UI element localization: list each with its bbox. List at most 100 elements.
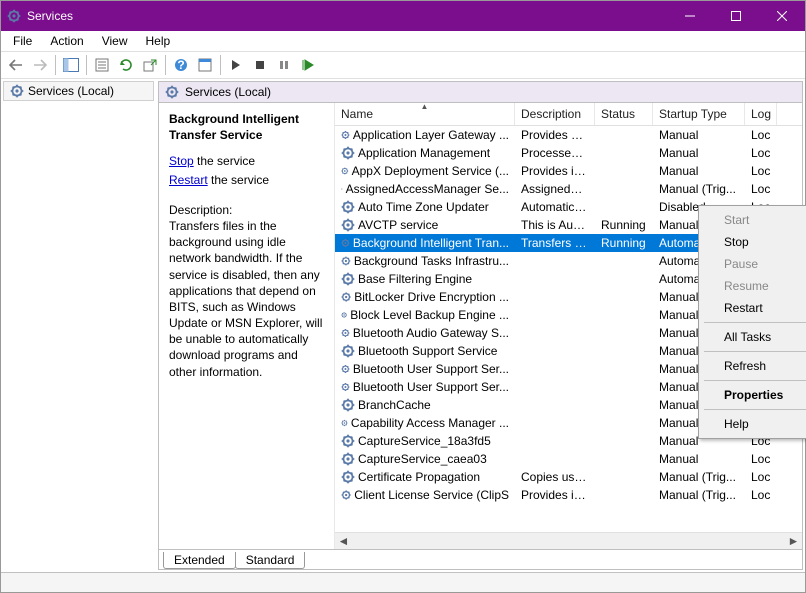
- selected-service-name: Background Intelligent Transfer Service: [169, 111, 324, 143]
- app-icon: [7, 9, 21, 23]
- gear-icon: [341, 398, 355, 412]
- gear-icon: [341, 362, 350, 376]
- ctx-help[interactable]: Help: [702, 413, 806, 435]
- cell-desc: Automatica...: [515, 200, 595, 214]
- cell-desc: Transfers fil...: [515, 236, 595, 250]
- gear-icon: [341, 182, 343, 196]
- horizontal-scrollbar[interactable]: ◄ ►: [335, 532, 802, 549]
- table-row[interactable]: Certificate PropagationCopies user ...Ma…: [335, 468, 802, 486]
- ctx-start: Start: [702, 209, 806, 231]
- table-row[interactable]: Client License Service (ClipSProvides in…: [335, 486, 802, 504]
- ctx-properties[interactable]: Properties: [702, 384, 806, 406]
- gear-icon: [341, 272, 355, 286]
- cell-stype: Manual: [653, 164, 745, 178]
- view-tabs: Extended Standard: [159, 549, 802, 569]
- ctx-all-tasks[interactable]: All Tasks: [702, 326, 806, 348]
- cell-stype: Manual: [653, 128, 745, 142]
- menu-action[interactable]: Action: [42, 33, 91, 49]
- detail-pane: Background Intelligent Transfer Service …: [159, 103, 334, 549]
- menu-file[interactable]: File: [5, 33, 40, 49]
- tree-pane: Services (Local): [1, 79, 156, 572]
- back-button[interactable]: [5, 54, 27, 76]
- cell-name: Application Layer Gateway ...: [335, 128, 515, 142]
- ctx-refresh[interactable]: Refresh: [702, 355, 806, 377]
- tree-root[interactable]: Services (Local): [3, 81, 154, 101]
- close-button[interactable]: [759, 1, 805, 31]
- stop-service-icon[interactable]: [249, 54, 271, 76]
- forward-button[interactable]: [29, 54, 51, 76]
- ctx-restart[interactable]: Restart: [702, 297, 806, 319]
- cell-name: Capability Access Manager ...: [335, 416, 515, 430]
- tab-standard[interactable]: Standard: [235, 552, 306, 569]
- main-pane: Services (Local) Background Intelligent …: [158, 81, 803, 570]
- gear-icon: [341, 488, 351, 502]
- maximize-button[interactable]: [713, 1, 759, 31]
- cell-name: Bluetooth User Support Ser...: [335, 380, 515, 394]
- toolbar: ?: [1, 51, 805, 79]
- ctx-stop[interactable]: Stop: [702, 231, 806, 253]
- stop-link[interactable]: Stop: [169, 154, 194, 168]
- cell-log: Loc: [745, 128, 777, 142]
- restart-service-icon[interactable]: [297, 54, 319, 76]
- description-text: Transfers files in the background using …: [169, 218, 324, 380]
- cell-status: Running: [595, 236, 653, 250]
- table-row[interactable]: AppX Deployment Service (...Provides inf…: [335, 162, 802, 180]
- cell-log: Loc: [745, 488, 777, 502]
- cell-name: CaptureService_18a3fd5: [335, 434, 515, 448]
- export-icon[interactable]: [139, 54, 161, 76]
- gear-icon: [341, 326, 350, 340]
- cell-desc: This is Audi...: [515, 218, 595, 232]
- cell-status: Running: [595, 218, 653, 232]
- cell-desc: Provides su...: [515, 128, 595, 142]
- table-row[interactable]: AssignedAccessManager Se...AssignedAc...…: [335, 180, 802, 198]
- cell-name: CaptureService_caea03: [335, 452, 515, 466]
- tab-extended[interactable]: Extended: [163, 552, 236, 569]
- menu-help[interactable]: Help: [138, 33, 179, 49]
- table-row[interactable]: Application Layer Gateway ...Provides su…: [335, 126, 802, 144]
- cell-name: Block Level Backup Engine ...: [335, 308, 515, 322]
- pause-service-icon[interactable]: [273, 54, 295, 76]
- gear-icon: [165, 85, 179, 99]
- col-startup-type[interactable]: Startup Type: [653, 103, 745, 125]
- col-status[interactable]: Status: [595, 103, 653, 125]
- cell-name: Background Tasks Infrastru...: [335, 254, 515, 268]
- window-title: Services: [27, 9, 667, 23]
- gear-icon: [341, 380, 350, 394]
- cell-name: Background Intelligent Tran...: [335, 236, 515, 250]
- cell-stype: Manual (Trig...: [653, 488, 745, 502]
- cell-log: Loc: [745, 452, 777, 466]
- properties-icon[interactable]: [91, 54, 113, 76]
- menu-view[interactable]: View: [94, 33, 136, 49]
- cell-log: Loc: [745, 182, 777, 196]
- col-logon[interactable]: Log: [745, 103, 777, 125]
- cell-name: BranchCache: [335, 398, 515, 412]
- context-menu: Start Stop Pause Resume Restart All Task…: [698, 205, 806, 439]
- cell-name: Bluetooth User Support Ser...: [335, 362, 515, 376]
- gear-icon: [341, 218, 355, 232]
- cell-name: AVCTP service: [335, 218, 515, 232]
- col-name[interactable]: Name▲: [335, 103, 515, 125]
- table-row[interactable]: CaptureService_caea03ManualLoc: [335, 450, 802, 468]
- gear-icon: [341, 434, 355, 448]
- cell-name: Certificate Propagation: [335, 470, 515, 484]
- restart-link[interactable]: Restart: [169, 173, 208, 187]
- show-hide-tree-button[interactable]: [60, 54, 82, 76]
- cell-stype: Manual: [653, 146, 745, 160]
- col-description[interactable]: Description: [515, 103, 595, 125]
- refresh-icon[interactable]: [115, 54, 137, 76]
- scroll-left-icon[interactable]: ◄: [335, 533, 352, 550]
- gear-icon: [341, 344, 355, 358]
- cell-name: BitLocker Drive Encryption ...: [335, 290, 515, 304]
- minimize-button[interactable]: [667, 1, 713, 31]
- gear-icon: [341, 308, 347, 322]
- description-label: Description:: [169, 202, 324, 218]
- start-service-icon[interactable]: [225, 54, 247, 76]
- scroll-right-icon[interactable]: ►: [785, 533, 802, 550]
- column-headers: Name▲ Description Status Startup Type Lo…: [335, 103, 802, 126]
- help-icon[interactable]: ?: [170, 54, 192, 76]
- table-row[interactable]: Application ManagementProcesses in...Man…: [335, 144, 802, 162]
- cell-name: Bluetooth Support Service: [335, 344, 515, 358]
- gear-icon: [341, 236, 350, 250]
- help-window-icon[interactable]: [194, 54, 216, 76]
- cell-stype: Manual (Trig...: [653, 470, 745, 484]
